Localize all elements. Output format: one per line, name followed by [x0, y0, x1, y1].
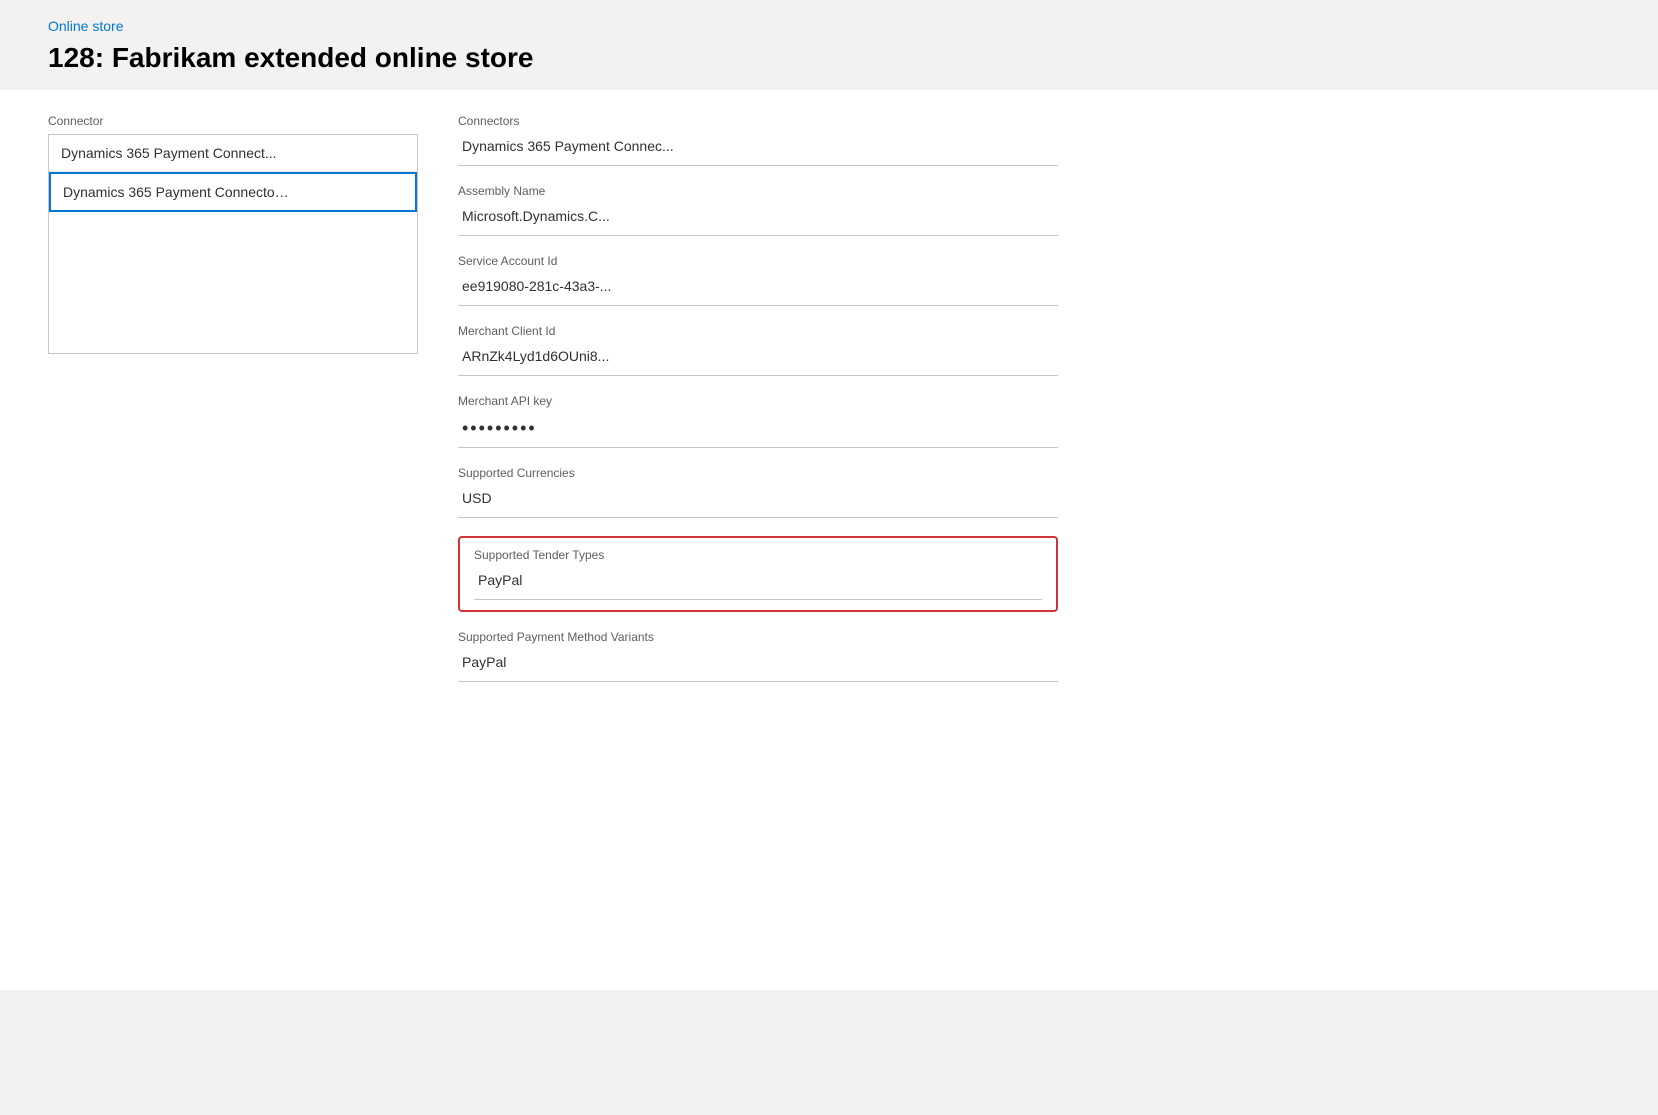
- content-area: Connector Dynamics 365 Payment Connect..…: [0, 90, 1658, 990]
- page-title: 128: Fabrikam extended online store: [48, 42, 1610, 74]
- field-assembly-name: Assembly Name Microsoft.Dynamics.C...: [458, 184, 1058, 236]
- field-value-assembly-name: Microsoft.Dynamics.C...: [458, 202, 1058, 236]
- field-merchant-client-id: Merchant Client Id ARnZk4Lyd1d6OUni8...: [458, 324, 1058, 376]
- field-label-assembly-name: Assembly Name: [458, 184, 1058, 198]
- field-value-merchant-client-id: ARnZk4Lyd1d6OUni8...: [458, 342, 1058, 376]
- field-label-supported-payment-method-variants: Supported Payment Method Variants: [458, 630, 1058, 644]
- breadcrumb[interactable]: Online store: [48, 18, 123, 34]
- field-supported-payment-method-variants: Supported Payment Method Variants PayPal: [458, 630, 1058, 682]
- field-label-supported-currencies: Supported Currencies: [458, 466, 1058, 480]
- list-item[interactable]: Dynamics 365 Payment Connecto…: [49, 172, 417, 212]
- field-merchant-api-key: Merchant API key •••••••••: [458, 394, 1058, 448]
- field-value-supported-payment-method-variants: PayPal: [458, 648, 1058, 682]
- field-label-service-account-id: Service Account Id: [458, 254, 1058, 268]
- field-supported-tender-types-highlighted: Supported Tender Types PayPal: [458, 536, 1058, 612]
- header-area: Online store 128: Fabrikam extended onli…: [0, 0, 1658, 74]
- field-connectors: Connectors Dynamics 365 Payment Connec..…: [458, 114, 1058, 166]
- field-label-connectors: Connectors: [458, 114, 1058, 128]
- field-value-connectors: Dynamics 365 Payment Connec...: [458, 132, 1058, 166]
- field-value-supported-currencies: USD: [458, 484, 1058, 518]
- left-panel: Connector Dynamics 365 Payment Connect..…: [48, 114, 418, 942]
- field-value-supported-tender-types: PayPal: [474, 566, 1042, 600]
- field-value-merchant-api-key: •••••••••: [458, 412, 1058, 448]
- connector-list: Dynamics 365 Payment Connect... Dynamics…: [48, 134, 418, 354]
- page-wrapper: Online store 128: Fabrikam extended onli…: [0, 0, 1658, 1115]
- field-label-merchant-api-key: Merchant API key: [458, 394, 1058, 408]
- field-supported-currencies: Supported Currencies USD: [458, 466, 1058, 518]
- field-label-merchant-client-id: Merchant Client Id: [458, 324, 1058, 338]
- field-value-service-account-id: ee919080-281c-43a3-...: [458, 272, 1058, 306]
- right-panel: Connectors Dynamics 365 Payment Connec..…: [458, 114, 1058, 942]
- field-label-supported-tender-types: Supported Tender Types: [474, 548, 1042, 562]
- field-service-account-id: Service Account Id ee919080-281c-43a3-..…: [458, 254, 1058, 306]
- list-item[interactable]: Dynamics 365 Payment Connect...: [49, 135, 417, 172]
- connector-label: Connector: [48, 114, 418, 128]
